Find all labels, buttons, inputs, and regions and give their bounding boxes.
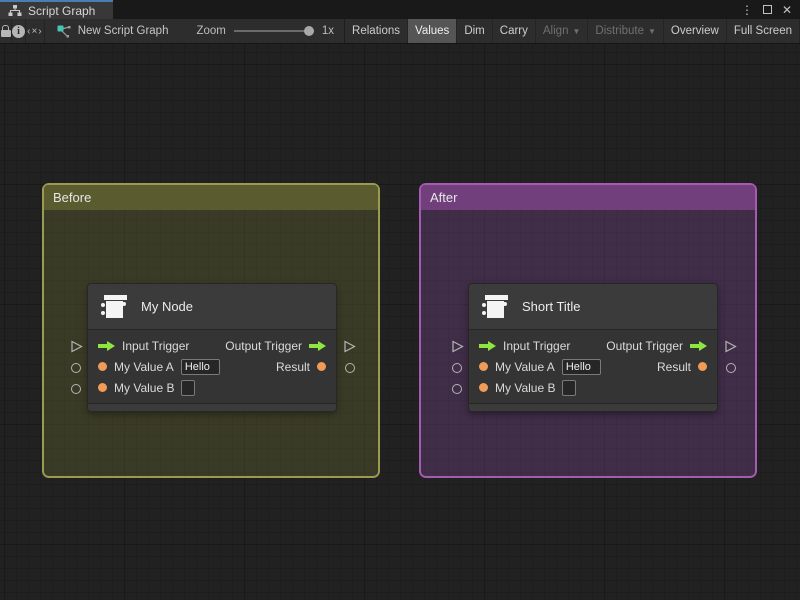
port-label: Input Trigger	[122, 338, 190, 353]
tab-bar: Script Graph ⋮ ✕	[0, 0, 800, 19]
port-label: My Value A	[114, 359, 174, 374]
graph-asset-icon	[57, 25, 71, 37]
zoom-slider-handle[interactable]	[303, 26, 314, 36]
value-b-port-icon[interactable]	[98, 383, 107, 392]
unit-icon	[482, 294, 509, 319]
group-before[interactable]: Before My Node Input Trigger Output Trig…	[42, 183, 380, 478]
port-label: Result	[275, 359, 310, 374]
script-graph-icon	[8, 4, 22, 16]
port-label: Output Trigger	[606, 338, 683, 353]
node-title: Short Title	[522, 299, 581, 314]
value-b-input[interactable]	[562, 379, 577, 396]
zoom-value: 1x	[321, 25, 335, 37]
carry-button[interactable]: Carry	[493, 19, 536, 43]
flow-in-connector[interactable]	[451, 340, 464, 353]
result-port-icon[interactable]	[317, 362, 326, 371]
value-a-input[interactable]	[561, 358, 601, 375]
node-header[interactable]: Short Title	[469, 284, 717, 330]
port-label: Result	[656, 359, 691, 374]
tab-script-graph[interactable]: Script Graph	[0, 0, 113, 19]
code-preview-button[interactable]: ‹×›	[26, 19, 45, 43]
flow-in-connector[interactable]	[70, 340, 83, 353]
code-icon: ‹×›	[27, 25, 43, 37]
result-connector[interactable]	[345, 363, 355, 373]
chevron-down-icon: ▼	[572, 26, 581, 36]
value-b-port-icon[interactable]	[479, 383, 488, 392]
node-my-node[interactable]: My Node Input Trigger Output Trigger My …	[71, 284, 356, 411]
close-icon[interactable]: ✕	[782, 4, 792, 16]
group-title: After	[430, 190, 458, 205]
port-label: My Value A	[495, 359, 555, 374]
value-a-connector[interactable]	[71, 363, 81, 373]
lock-button[interactable]	[0, 19, 12, 43]
value-b-connector[interactable]	[71, 384, 81, 394]
flow-in-port-icon[interactable]	[479, 340, 496, 351]
graph-toolbar: i ‹×› New Script Graph Zoom 1x Relations…	[0, 19, 800, 44]
node-ports: Input Trigger Output Trigger My Value A	[469, 330, 717, 403]
group-title: Before	[53, 190, 92, 205]
value-a-connector[interactable]	[452, 363, 462, 373]
flow-out-connector[interactable]	[724, 340, 737, 353]
node-title: My Node	[141, 299, 194, 314]
overview-button[interactable]: Overview	[664, 19, 727, 43]
window-controls: ⋮ ✕	[741, 0, 800, 19]
flow-in-port-icon[interactable]	[98, 340, 115, 351]
flow-out-port-icon[interactable]	[309, 340, 326, 351]
port-label: Output Trigger	[225, 338, 302, 353]
unit-icon	[101, 294, 128, 319]
script-graph-window: Script Graph ⋮ ✕ i ‹×› New Script Graph	[0, 0, 800, 600]
value-a-input[interactable]	[180, 358, 220, 375]
port-label: My Value B	[495, 380, 556, 395]
info-icon: i	[12, 24, 25, 38]
group-after[interactable]: After Short Title Input Trigger Output T…	[419, 183, 757, 478]
node-footer	[469, 403, 717, 411]
zoom-label: Zoom	[196, 25, 226, 37]
more-menu-icon[interactable]: ⋮	[741, 4, 753, 16]
value-b-connector[interactable]	[452, 384, 462, 394]
toolbar-toggle-buttons: Relations Values Dim Carry Align ▼ Distri…	[344, 19, 800, 43]
zoom-control: Zoom 1x	[178, 19, 344, 43]
dim-button[interactable]: Dim	[457, 19, 493, 43]
fullscreen-button[interactable]: Full Screen	[727, 19, 800, 43]
node-header[interactable]: My Node	[88, 284, 336, 330]
graph-asset-title[interactable]: New Script Graph	[45, 19, 179, 43]
node-footer	[88, 403, 336, 411]
node-short-title[interactable]: Short Title Input Trigger Output Trigger	[452, 284, 737, 411]
tab-label: Script Graph	[28, 3, 96, 18]
graph-canvas[interactable]: Before My Node Input Trigger Output Trig…	[0, 44, 800, 600]
zoom-slider[interactable]	[233, 25, 314, 37]
value-a-port-icon[interactable]	[479, 362, 488, 371]
graph-name-label: New Script Graph	[77, 25, 169, 37]
result-connector[interactable]	[726, 363, 736, 373]
align-button[interactable]: Align ▼	[536, 19, 589, 43]
relations-button[interactable]: Relations	[345, 19, 408, 43]
port-label: Input Trigger	[503, 338, 571, 353]
group-header[interactable]: After	[421, 185, 755, 210]
lock-icon	[0, 25, 11, 37]
value-a-port-icon[interactable]	[98, 362, 107, 371]
inspector-button[interactable]: i	[12, 19, 26, 43]
maximize-icon[interactable]	[762, 5, 772, 14]
zoom-slider-track	[233, 30, 314, 32]
distribute-button[interactable]: Distribute ▼	[588, 19, 664, 43]
node-ports: Input Trigger Output Trigger My Value A	[88, 330, 336, 403]
value-b-input[interactable]	[181, 379, 196, 396]
values-button[interactable]: Values	[408, 19, 458, 43]
flow-out-port-icon[interactable]	[690, 340, 707, 351]
port-label: My Value B	[114, 380, 175, 395]
result-port-icon[interactable]	[698, 362, 707, 371]
group-header[interactable]: Before	[44, 185, 378, 210]
flow-out-connector[interactable]	[343, 340, 356, 353]
chevron-down-icon: ▼	[647, 26, 656, 36]
